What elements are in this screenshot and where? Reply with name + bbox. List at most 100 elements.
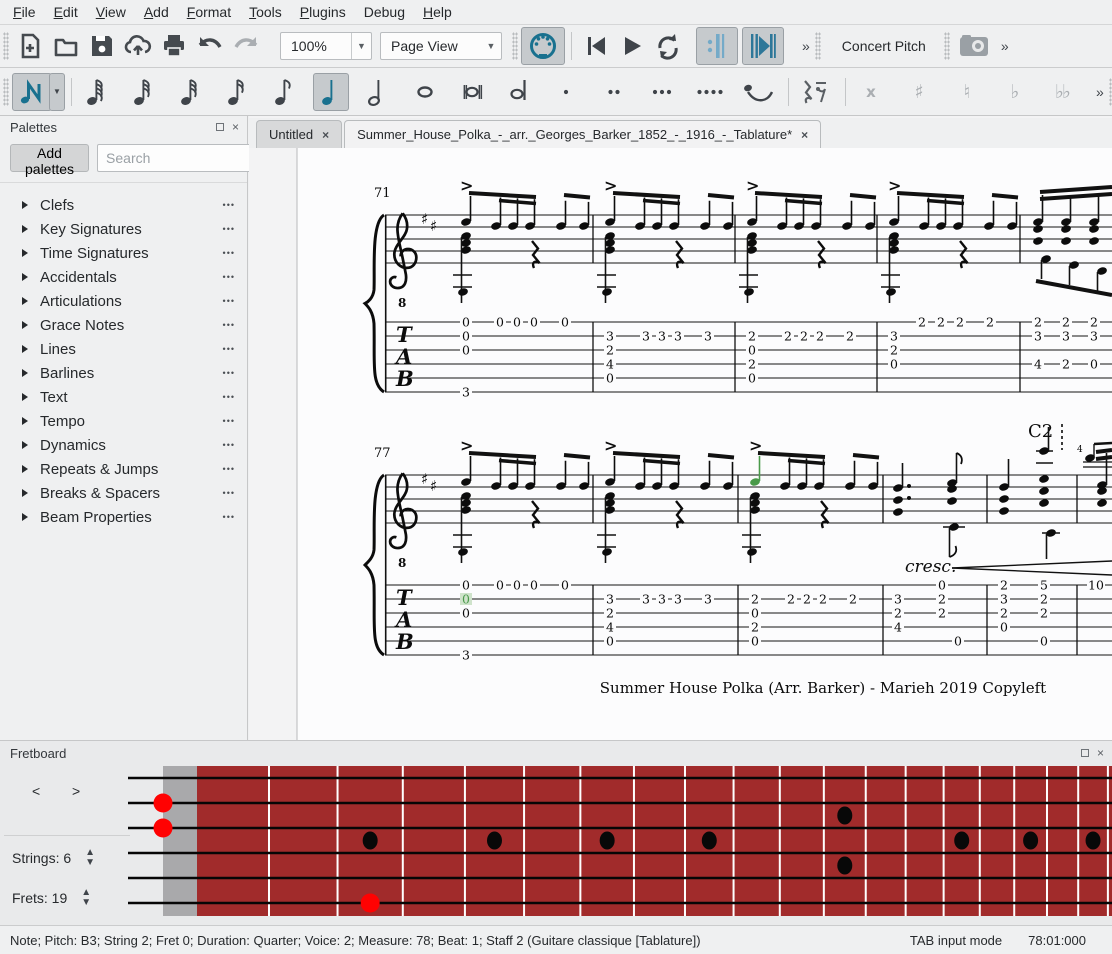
tab-fret-number[interactable]: 2 [748,357,756,372]
note-64th[interactable] [125,75,161,109]
palette-more-icon[interactable]: ••• [223,272,235,282]
tab-fret-number[interactable]: 3 [704,329,712,344]
rest-button[interactable] [795,75,831,109]
tab-fret-number[interactable]: 3 [1034,329,1042,344]
open-file-button[interactable] [48,29,84,63]
tab-fret-number[interactable]: 3 [658,592,666,607]
toolbar-drag-handle[interactable] [815,32,821,60]
tab-fret-number[interactable]: 2 [816,329,824,344]
palette-item-text[interactable]: Text••• [0,385,247,409]
tab-fret-number[interactable]: 3 [1000,592,1008,607]
palette-more-icon[interactable]: ••• [223,344,235,354]
toolbar-overflow-button[interactable]: » [798,38,812,54]
tab-fret-number[interactable]: 0 [606,371,614,386]
menu-file[interactable]: File [4,2,45,22]
palette-item-beam-properties[interactable]: Beam Properties••• [0,505,247,529]
tab-fret-number[interactable]: 0 [751,634,759,649]
concert-pitch-toggle[interactable]: Concert Pitch [834,38,934,54]
tab-fret-number[interactable]: 2 [1062,315,1070,330]
menu-edit[interactable]: Edit [45,2,87,22]
tab-fret-number[interactable]: 0 [890,357,898,372]
palette-more-icon[interactable]: ••• [223,248,235,258]
tab-fret-number[interactable]: 2 [748,329,756,344]
palette-more-icon[interactable]: ••• [223,200,235,210]
tab-fret-number[interactable]: 0 [1040,634,1048,649]
fretboard-canvas[interactable] [0,741,1112,926]
tab-fret-number[interactable]: 0 [462,578,470,593]
rewind-button[interactable] [578,29,614,63]
note-quarter[interactable] [313,73,349,111]
save-online-button[interactable] [120,29,156,63]
palette-item-barlines[interactable]: Barlines••• [0,361,247,385]
tab-fret-number[interactable]: 10 [1088,578,1104,593]
palette-more-icon[interactable]: ••• [223,392,235,402]
palette-more-icon[interactable]: ••• [223,296,235,306]
augmentation-dot-2[interactable] [596,75,632,109]
expand-arrow-icon[interactable] [22,513,28,521]
tab-fret-number[interactable]: 2 [938,606,946,621]
palette-more-icon[interactable]: ••• [223,440,235,450]
accidental-double-sharp-button[interactable]: x [852,75,888,109]
expand-arrow-icon[interactable] [22,297,28,305]
menu-view[interactable]: View [87,2,135,22]
new-file-button[interactable] [12,29,48,63]
tab-fret-number[interactable]: 0 [513,315,521,330]
close-panel-icon[interactable]: × [232,123,239,131]
tab-fret-number[interactable]: 2 [606,343,614,358]
palette-item-dynamics[interactable]: Dynamics••• [0,433,247,457]
palette-more-icon[interactable]: ••• [223,416,235,426]
score-canvas[interactable]: 718♯♯TAB>00030000>32403333>20202222>3202… [249,148,1112,740]
tab-fret-number[interactable]: 2 [1062,357,1070,372]
tab-fret-number[interactable]: 2 [606,606,614,621]
note-breve[interactable] [454,75,490,109]
tie-button[interactable] [740,75,776,109]
augmentation-dot-3[interactable] [644,75,680,109]
tab-fret-number[interactable]: 2 [918,315,926,330]
save-button[interactable] [84,29,120,63]
expand-arrow-icon[interactable] [22,489,28,497]
palette-item-articulations[interactable]: Articulations••• [0,289,247,313]
tab-fret-number[interactable]: 3 [606,329,614,344]
tab-fret-number[interactable]: 0 [496,578,504,593]
tab-fret-number[interactable]: 2 [751,592,759,607]
palette-item-repeats-jumps[interactable]: Repeats & Jumps••• [0,457,247,481]
menu-debug[interactable]: Debug [355,2,414,22]
accidental-natural-button[interactable]: ♮ [948,75,984,109]
palette-item-grace-notes[interactable]: Grace Notes••• [0,313,247,337]
expand-arrow-icon[interactable] [22,249,28,257]
note-whole[interactable] [407,75,443,109]
tab-fret-number[interactable]: 0 [938,578,946,593]
tab-fret-number[interactable]: 0 [561,315,569,330]
accidental-double-flat-button[interactable]: ♭♭ [1044,75,1080,109]
tab-fret-number[interactable]: 3 [674,592,682,607]
note-eighth[interactable] [266,75,302,109]
tab-fret-number[interactable]: 2 [890,343,898,358]
play-repeats-toggle[interactable] [696,27,738,65]
toolbar-drag-handle[interactable] [944,32,950,60]
expand-arrow-icon[interactable] [22,201,28,209]
tab-fret-number[interactable]: 2 [1000,606,1008,621]
note-longa[interactable] [501,75,537,109]
tab-fret-number[interactable]: 2 [751,620,759,635]
tab-fret-number[interactable]: 4 [1034,357,1042,372]
tab-fret-number[interactable]: 0 [496,315,504,330]
play-button[interactable] [614,29,650,63]
tab-fret-number[interactable]: 0 [530,578,538,593]
tab-fret-number[interactable]: 0 [561,578,569,593]
tab-fret-number[interactable]: 5 [1040,578,1048,593]
tab-fret-number[interactable]: 2 [846,329,854,344]
close-tab-icon[interactable]: × [322,128,329,142]
tab-fret-number[interactable]: 4 [894,620,902,635]
tab-fret-number[interactable]: 0 [1090,357,1098,372]
tab-fret-number[interactable]: 0 [954,634,962,649]
toolbar-overflow-button[interactable]: » [1092,84,1106,100]
tab-fret-number[interactable]: 3 [606,592,614,607]
menu-tools[interactable]: Tools [240,2,291,22]
tab-fret-number[interactable]: 0 [462,592,470,607]
tab-fret-number[interactable]: 2 [894,606,902,621]
palette-item-tempo[interactable]: Tempo••• [0,409,247,433]
tab-fret-number[interactable]: 2 [1034,315,1042,330]
expand-arrow-icon[interactable] [22,465,28,473]
menu-help[interactable]: Help [414,2,461,22]
palette-item-lines[interactable]: Lines••• [0,337,247,361]
